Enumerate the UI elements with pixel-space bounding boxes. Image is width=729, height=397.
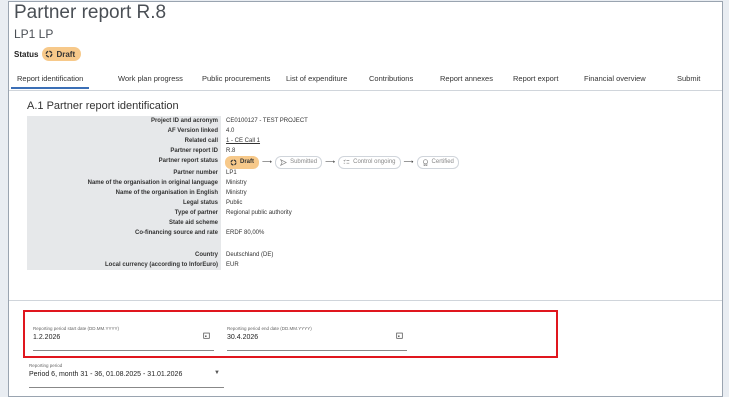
table-row: Country Deutschland (DE) — [27, 250, 722, 260]
tab-report-export[interactable]: Report export — [513, 74, 558, 83]
tab-report-identification[interactable]: Report identification — [10, 74, 90, 89]
underline — [227, 350, 407, 351]
status-label: Status — [14, 49, 39, 59]
row-label: Country — [195, 252, 218, 258]
draft-icon — [46, 50, 53, 58]
table-row: Partner report ID R.8 — [27, 146, 722, 156]
row-label: Related call — [184, 138, 218, 144]
table-row: Local currency (according to InforEuro) E… — [27, 260, 722, 270]
send-icon — [280, 158, 288, 166]
arrow-right-icon: ⟶ — [325, 159, 336, 166]
end-date-label: Reporting period end date (DD.MM.YYYY) — [227, 326, 312, 331]
row-value: Ministry — [226, 190, 247, 196]
draft-icon — [230, 158, 237, 166]
tab-bar: Report identification Work plan progress… — [9, 68, 722, 91]
row-value: 4.0 — [226, 128, 235, 134]
row-label: AF Version linked — [167, 128, 218, 134]
status-badge-text: Draft — [56, 49, 76, 59]
report-panel: Partner report R.8 LP1 LP Status Draft R… — [8, 1, 723, 397]
table-row: Related call 1 - CE Call 1 — [27, 136, 722, 146]
divider — [9, 300, 722, 301]
row-value: Regional public authority — [226, 210, 292, 216]
step-label: Submitted — [290, 159, 318, 165]
row-label: Co-financing source and rate — [134, 230, 218, 236]
end-date-field[interactable]: Reporting period end date (DD.MM.YYYY) 3… — [227, 326, 407, 351]
row-value: Deutschland (DE) — [226, 252, 274, 258]
row-label: Project ID and acronym — [150, 118, 218, 124]
arrow-right-icon: ⟶ — [262, 159, 273, 166]
dropdown-arrow-icon[interactable]: ▼ — [214, 370, 220, 376]
row-value: Ministry — [226, 180, 247, 186]
arrow-right-icon: ⟶ — [403, 159, 414, 166]
reporting-period-value[interactable]: Period 6, month 31 - 36, 01.08.2025 - 31… — [29, 371, 182, 378]
row-label: Type of partner — [174, 210, 218, 216]
end-date-value[interactable]: 30.4.2026 — [227, 334, 258, 341]
table-row: Co-financing source and rate ERDF 80,00% — [27, 228, 722, 250]
calendar-icon[interactable] — [203, 332, 210, 339]
tab-public-procurements[interactable]: Public procurements — [202, 74, 270, 83]
tab-list-of-expenditure[interactable]: List of expenditure — [286, 74, 347, 83]
table-row: Legal status Public — [27, 198, 722, 208]
tab-work-plan-progress[interactable]: Work plan progress — [118, 74, 183, 83]
step-certified: Certified — [416, 155, 459, 169]
tab-financial-overview[interactable]: Financial overview — [584, 74, 646, 83]
status-badge: Draft — [42, 47, 82, 61]
table-row: AF Version linked 4.0 — [27, 126, 722, 136]
row-label: Name of the organisation in original lan… — [87, 180, 218, 186]
row-label: Partner report status — [158, 158, 218, 164]
row-value: R.8 — [226, 148, 236, 154]
table-row: Project ID and acronym CE0100127 - TEST P… — [27, 116, 722, 126]
table-row: Partner number LP1 — [27, 168, 722, 178]
section-title: A.1 Partner report identification — [27, 100, 179, 112]
row-value: EUR — [226, 262, 239, 268]
table-row: Type of partner Regional public authority — [27, 208, 722, 218]
status-stepper: Draft ⟶ Submitted ⟶ Control ongoing ⟶ Ce… — [225, 155, 459, 169]
row-label: Local currency (according to InforEuro) — [104, 262, 218, 268]
table-row: State aid scheme — [27, 218, 722, 228]
tab-report-annexes[interactable]: Report annexes — [440, 74, 493, 83]
table-row: Partner report status Draft ⟶ Submitted … — [27, 155, 722, 169]
step-label: Certified — [431, 159, 454, 165]
calendar-icon[interactable] — [396, 332, 403, 339]
related-call-link[interactable]: 1 - CE Call 1 — [226, 138, 260, 144]
page-subtitle: LP1 LP — [14, 27, 54, 41]
row-label: State aid scheme — [168, 220, 218, 226]
row-value: LP1 — [226, 170, 237, 176]
underline — [33, 350, 214, 351]
step-draft: Draft — [225, 155, 260, 169]
reporting-period-select[interactable]: Reporting period Period 6, month 31 - 36… — [29, 363, 224, 388]
table-row: Name of the organisation in original lan… — [27, 178, 722, 188]
row-value: CE0100127 - TEST PROJECT — [226, 118, 308, 124]
row-value: Public — [226, 200, 243, 206]
step-label: Draft — [240, 159, 255, 165]
start-date-value[interactable]: 1.2.2026 — [33, 334, 60, 341]
reporting-period-label: Reporting period — [29, 363, 63, 368]
step-control-ongoing: Control ongoing — [338, 155, 401, 169]
underline — [29, 387, 224, 388]
step-submitted: Submitted — [275, 155, 323, 169]
checklist-icon — [343, 158, 350, 164]
step-label: Control ongoing — [353, 159, 396, 165]
row-label: Name of the organisation in English — [115, 190, 218, 196]
status-row: Status Draft — [14, 47, 82, 61]
tab-contributions[interactable]: Contributions — [369, 74, 413, 83]
row-label: Legal status — [182, 200, 218, 206]
page-title: Partner report R.8 — [14, 2, 167, 23]
tab-submit[interactable]: Submit — [677, 74, 700, 83]
certificate-icon — [422, 158, 428, 166]
row-label: Partner report ID — [170, 148, 218, 154]
start-date-label: Reporting period start date (DD.MM.YYYY) — [33, 326, 120, 331]
row-label: Partner number — [173, 170, 218, 176]
table-row: Name of the organisation in English Minis… — [27, 188, 722, 198]
row-value: ERDF 80,00% — [226, 230, 265, 236]
start-date-field[interactable]: Reporting period start date (DD.MM.YYYY)… — [33, 326, 214, 351]
